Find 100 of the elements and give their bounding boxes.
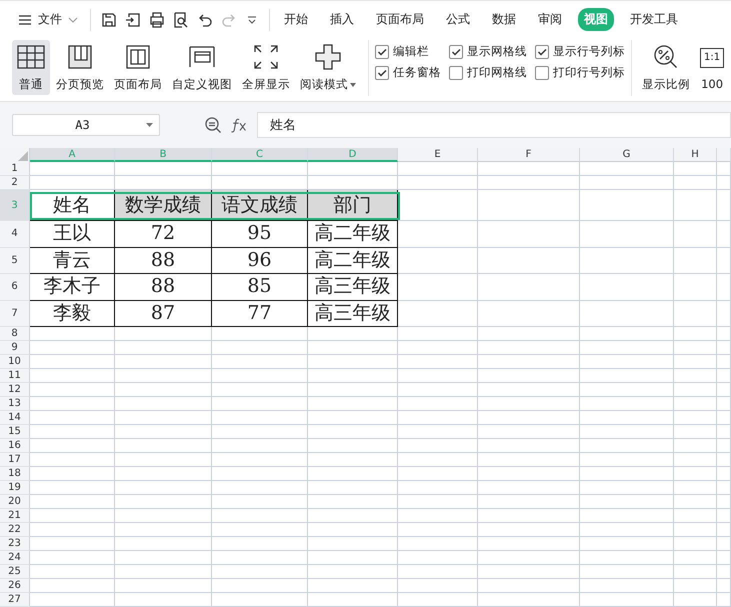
view-button[interactable]: 分页预览	[52, 40, 108, 95]
table-cell	[674, 495, 717, 509]
view-button[interactable]: 全屏显示	[238, 40, 294, 95]
checkbox-option[interactable]: 任务窗格	[375, 65, 441, 80]
checkbox[interactable]	[375, 66, 389, 80]
checkbox[interactable]	[449, 44, 463, 58]
table-cell: 高二年级	[308, 221, 398, 248]
table-cell: 77	[212, 300, 308, 327]
table-cell	[674, 467, 717, 481]
row-header[interactable]: 6	[0, 274, 30, 300]
table-cell	[674, 327, 717, 341]
view-button[interactable]: 自定义视图	[168, 40, 236, 95]
row-header[interactable]: 12	[0, 383, 30, 397]
formula-field[interactable]: 姓名	[257, 112, 731, 138]
table-cell: 87	[115, 300, 212, 327]
row-header[interactable]: 14	[0, 411, 30, 425]
table-cell	[674, 274, 717, 300]
row-header[interactable]: 23	[0, 537, 30, 551]
table-cell	[674, 355, 717, 369]
undo-icon[interactable]	[197, 12, 213, 28]
ribbon-tab[interactable]: 页面布局	[370, 8, 430, 31]
row-header[interactable]: 27	[0, 593, 30, 607]
table-cell	[674, 162, 717, 176]
table-cell	[674, 397, 717, 411]
row-header[interactable]: 4	[0, 221, 30, 248]
table-cell: 85	[212, 274, 308, 300]
table-cell	[717, 537, 731, 551]
zoom-button[interactable]: 显示比例	[638, 40, 694, 95]
row-header[interactable]: 7	[0, 300, 30, 327]
table-cell	[717, 274, 731, 300]
table-cell: 青云	[30, 248, 115, 274]
table-cell: 72	[115, 221, 212, 248]
table-cell	[717, 453, 731, 467]
print-icon[interactable]	[149, 12, 165, 28]
ribbon-tab[interactable]: 开始	[278, 8, 314, 31]
row-header[interactable]: 5	[0, 248, 30, 274]
dropdown-arrow-icon	[146, 123, 153, 127]
checkbox-option[interactable]: 打印行号列标	[535, 65, 625, 80]
row-header[interactable]: 22	[0, 523, 30, 537]
row-header[interactable]: 2	[0, 176, 30, 190]
row-header[interactable]: 9	[0, 341, 30, 355]
column-header[interactable]: G	[580, 148, 674, 162]
checkbox[interactable]	[375, 44, 389, 58]
table-cell	[674, 593, 717, 607]
row-header[interactable]: 25	[0, 565, 30, 579]
ribbon-tab[interactable]: 公式	[440, 8, 476, 31]
row-header[interactable]: 16	[0, 439, 30, 453]
table-cell	[674, 523, 717, 537]
table-cell: 88	[115, 248, 212, 274]
row-header[interactable]: 21	[0, 509, 30, 523]
checkmark-icon	[451, 46, 461, 56]
row-header[interactable]: 15	[0, 425, 30, 439]
row-header[interactable]: 11	[0, 369, 30, 383]
table-cell	[674, 579, 717, 593]
chevron-down-icon	[68, 16, 78, 22]
table-cell	[717, 411, 731, 425]
table-cell	[717, 495, 731, 509]
row-header[interactable]: 10	[0, 355, 30, 369]
checkbox-option[interactable]: 编辑栏	[375, 44, 441, 59]
row-header[interactable]: 1	[0, 162, 30, 176]
view-button[interactable]: 阅读模式	[296, 40, 360, 95]
checkbox-option[interactable]: 显示网格线	[449, 44, 527, 59]
table-cell: 95	[212, 221, 308, 248]
row-header[interactable]: 20	[0, 495, 30, 509]
row-header[interactable]: 26	[0, 579, 30, 593]
row-header[interactable]: 13	[0, 397, 30, 411]
table-cell	[717, 523, 731, 537]
save-icon[interactable]	[101, 12, 117, 28]
table-cell	[717, 467, 731, 481]
ribbon-tab[interactable]: 数据	[486, 8, 522, 31]
row-header[interactable]: 18	[0, 467, 30, 481]
caret-icon[interactable]	[247, 16, 257, 24]
checkbox[interactable]	[449, 66, 463, 80]
file-menu[interactable]: 文件	[14, 11, 82, 28]
view-button[interactable]: 页面布局	[110, 40, 166, 95]
ribbon-tab[interactable]: 审阅	[532, 8, 568, 31]
table-cell	[717, 369, 731, 383]
view-button[interactable]: 普通	[12, 40, 50, 95]
zoom-out-icon[interactable]	[204, 116, 222, 134]
row-header[interactable]: 17	[0, 453, 30, 467]
column-header[interactable]: H	[674, 148, 717, 162]
row-header[interactable]: 8	[0, 327, 30, 341]
print-preview-icon[interactable]	[173, 12, 189, 28]
name-box[interactable]: A3	[12, 114, 160, 136]
checkmark-icon	[377, 46, 387, 56]
checkbox-option[interactable]: 显示行号列标	[535, 44, 625, 59]
table-cell	[674, 537, 717, 551]
table-cell	[717, 481, 731, 495]
row-header[interactable]: 19	[0, 481, 30, 495]
export-icon[interactable]	[125, 12, 141, 28]
checkbox[interactable]	[535, 44, 549, 58]
table-cell	[717, 248, 731, 274]
column-header[interactable]: F	[478, 148, 580, 162]
checkbox-option[interactable]: 打印网格线	[449, 65, 527, 80]
ribbon-tab[interactable]: 开发工具	[624, 8, 684, 31]
ribbon-tab[interactable]: 插入	[324, 8, 360, 31]
column-header[interactable]: E	[398, 148, 478, 162]
checkbox[interactable]	[535, 66, 549, 80]
actual-size-button[interactable]: 1:1 100	[696, 40, 728, 94]
row-header[interactable]: 24	[0, 551, 30, 565]
